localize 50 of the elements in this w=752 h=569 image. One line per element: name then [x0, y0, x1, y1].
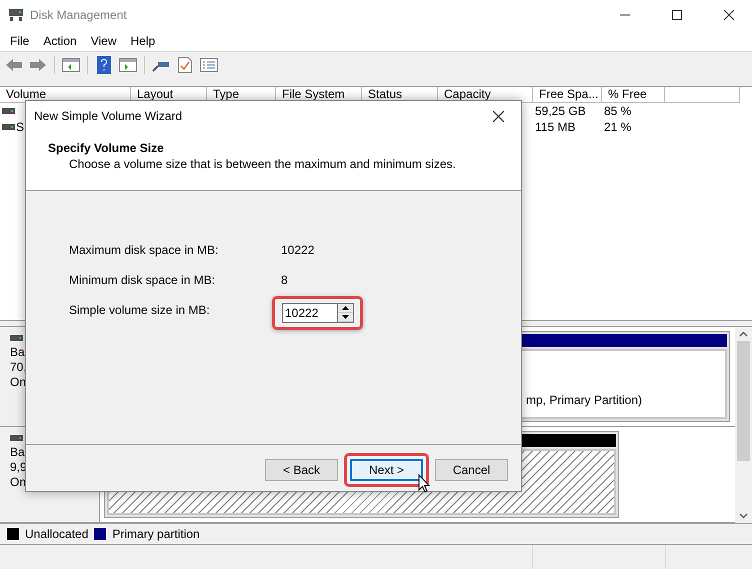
dialog-button[interactable]: < Back [265, 459, 338, 481]
back-arrow-icon[interactable] [4, 56, 24, 74]
mouse-pointer-icon [418, 474, 430, 493]
dialog-button[interactable]: Next > [350, 459, 423, 481]
table-cell: 115 MB [535, 120, 576, 134]
column-header[interactable]: % Free [602, 87, 665, 103]
scroll-down-icon[interactable] [739, 513, 748, 519]
dialog-button[interactable]: Cancel [435, 459, 508, 481]
drive-icon [2, 108, 15, 114]
column-header[interactable]: Free Spa... [533, 87, 602, 103]
field-value: 10222 [281, 243, 314, 257]
field-label: Maximum disk space in MB: [69, 243, 220, 257]
panel-icon[interactable] [118, 56, 138, 74]
step-heading: Specify Volume Size [48, 141, 165, 155]
table-cell: 85 % [604, 104, 632, 118]
drive-icon [10, 335, 23, 341]
drive-icon [2, 124, 15, 130]
table-cell: S [16, 120, 24, 134]
step-description: Choose a volume size that is between the maximum and minimum sizes. [68, 157, 457, 171]
legend-label: Unallocated [25, 527, 88, 541]
table-cell: 59,25 GB [535, 104, 586, 118]
dialog-title: New Simple Volume Wizard [34, 109, 182, 123]
partition-label: mp, Primary Partition) [526, 393, 642, 407]
disk-info-text: Ba [10, 345, 26, 360]
disk-icon [8, 8, 24, 22]
maximize-icon[interactable] [672, 10, 682, 20]
volume-size-spinner[interactable]: 10222 [272, 296, 363, 330]
disk-info-text: 70, [10, 360, 28, 375]
menu-item[interactable]: Action [36, 30, 84, 50]
list-icon[interactable] [199, 56, 219, 74]
menu-item[interactable]: View [84, 30, 124, 50]
table-cell: 21 % [604, 120, 632, 134]
legend-label: Primary partition [112, 527, 200, 541]
menu-item[interactable]: File [3, 30, 36, 50]
checklist-icon[interactable] [175, 56, 195, 74]
scroll-up-icon[interactable] [739, 331, 748, 337]
scrollbar[interactable] [735, 327, 752, 523]
size-input[interactable]: 10222 [282, 303, 337, 323]
field-value: 8 [281, 273, 288, 287]
forward-arrow-icon[interactable] [28, 56, 48, 74]
panel-icon[interactable] [61, 56, 81, 74]
window-title: Disk Management [30, 8, 128, 22]
field-label: Simple volume size in MB: [69, 303, 211, 317]
field-label: Minimum disk space in MB: [69, 273, 216, 287]
close-icon[interactable] [724, 10, 734, 20]
help-icon[interactable] [94, 56, 114, 74]
close-icon[interactable] [492, 110, 504, 122]
menu-item[interactable]: Help [124, 30, 162, 50]
drive-icon [10, 435, 23, 442]
disk-info-text: Ba [10, 445, 26, 460]
